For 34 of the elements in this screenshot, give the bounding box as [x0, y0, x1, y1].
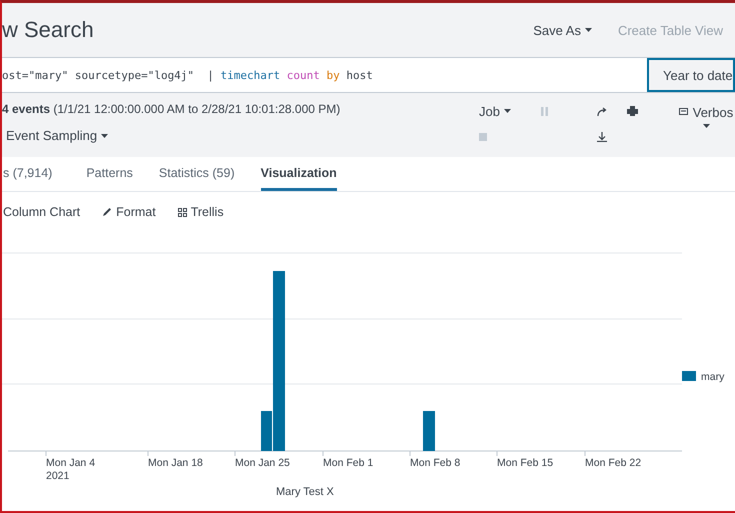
- chart-type-button[interactable]: Column Chart: [3, 205, 80, 219]
- download-icon[interactable]: [597, 132, 607, 142]
- results-tab[interactable]: Patterns: [86, 157, 133, 191]
- x-axis-label: Mon Feb 15: [497, 457, 554, 469]
- save-as-menu[interactable]: Save As: [533, 22, 592, 38]
- x-axis-label: Mon Jan 18: [148, 457, 203, 469]
- job-menu[interactable]: Job: [479, 104, 541, 118]
- grid-icon: [178, 208, 187, 216]
- caret-icon: [101, 134, 108, 138]
- event-sampling-menu[interactable]: Event Sampling: [6, 128, 479, 143]
- results-tab[interactable]: s (7,914): [3, 157, 52, 191]
- results-tab[interactable]: Statistics (59): [158, 157, 235, 191]
- results-tab[interactable]: Visualization: [260, 157, 337, 191]
- x-axis-label: Mon Feb 22: [585, 457, 642, 469]
- x-axis-label: Mon Jan 25: [235, 457, 290, 469]
- share-arrow-icon[interactable]: [597, 106, 607, 116]
- search-mode-menu[interactable]: Verbos: [677, 105, 735, 128]
- x-axis-label: Mon Feb 1: [323, 457, 374, 469]
- pencil-icon: [102, 207, 112, 217]
- mode-icon: [678, 108, 688, 117]
- format-button[interactable]: Format: [102, 205, 156, 219]
- trellis-button[interactable]: Trellis: [178, 205, 224, 219]
- x-axis-label: Mon Feb 8: [410, 457, 460, 469]
- time-range-picker[interactable]: Year to date: [647, 58, 735, 92]
- x-axis-label: Mon Jan 4 2021: [46, 457, 96, 482]
- caret-icon: [504, 109, 511, 113]
- search-query-field[interactable]: ost="mary" sourcetype="log4j" | timechart count by host: [2, 58, 647, 92]
- event-summary: 4 events (1/1/21 12:00:00.000 AM to 2/28/21 10:01:28.000 PM): [2, 102, 342, 116]
- caret-icon: [584, 28, 592, 32]
- x-axis-title: Mary Test X: [276, 486, 334, 498]
- page-title: w Search: [2, 17, 95, 43]
- legend-label: mary: [701, 371, 724, 383]
- chart-bar: [423, 411, 435, 451]
- caret-icon: [702, 124, 710, 128]
